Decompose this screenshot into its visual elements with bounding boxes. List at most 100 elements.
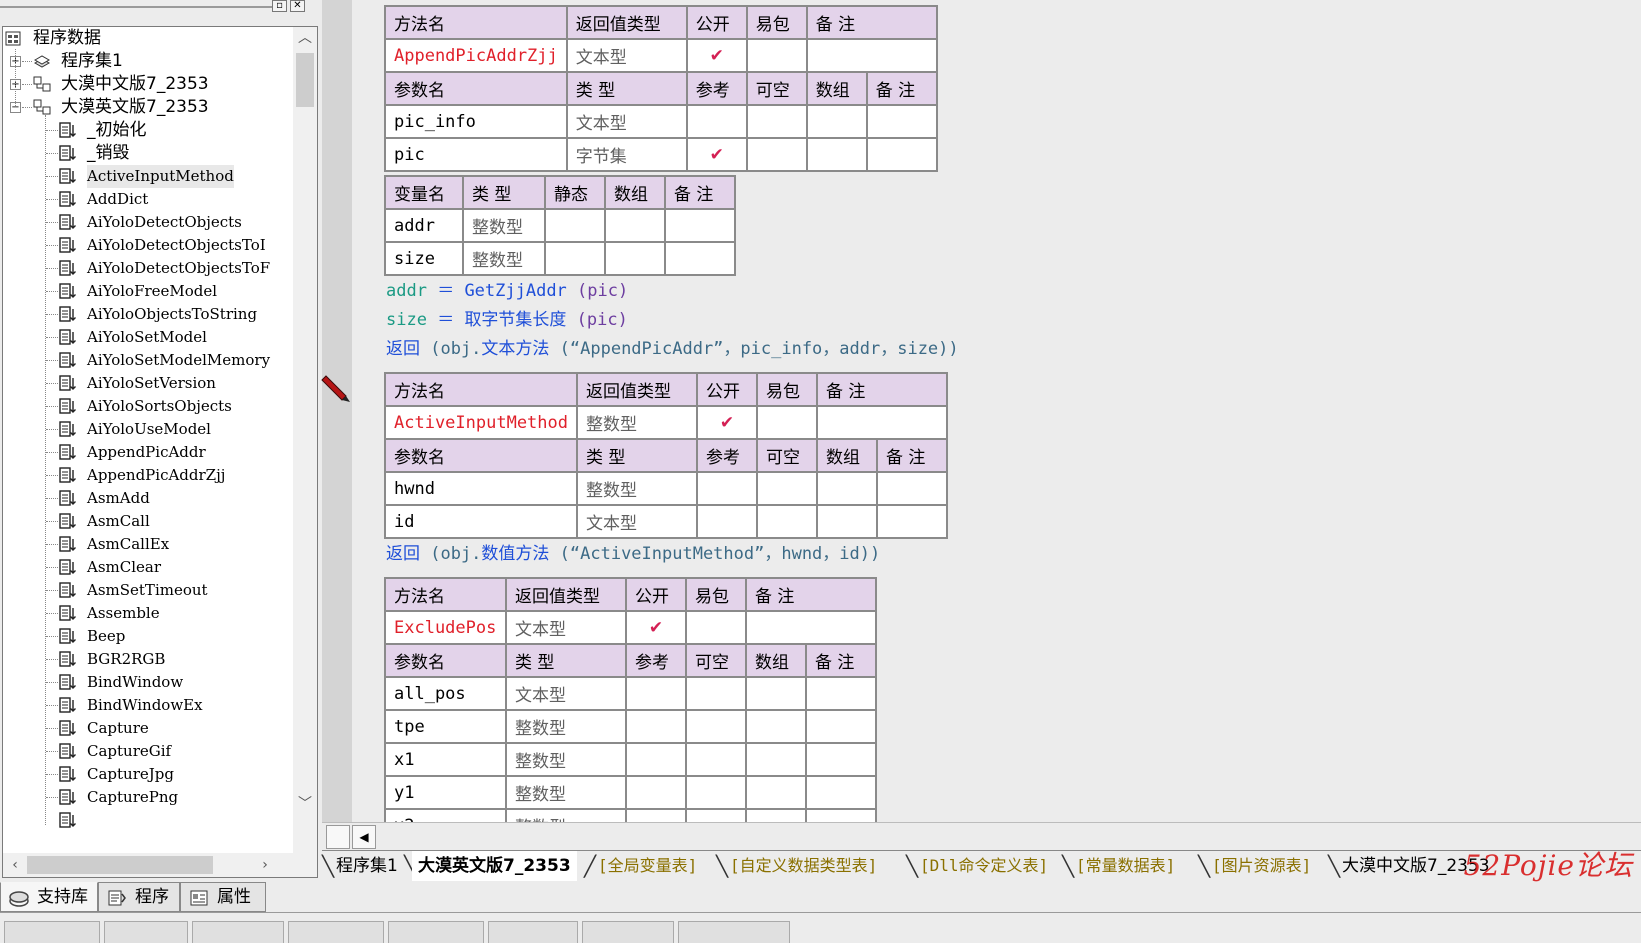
document-tab[interactable]: [Dll命令定义表] (914, 851, 1054, 881)
tree-method-item[interactable]: AiYoloDetectObjectsToI (3, 234, 293, 257)
document-tab[interactable]: [图片资源表] (1206, 851, 1317, 881)
tree-method-item[interactable]: AiYoloFreeModel (3, 280, 293, 303)
var-name[interactable]: size (384, 241, 464, 276)
tree-method-item[interactable]: CaptureJpg (3, 763, 293, 786)
ref-cell[interactable] (625, 742, 687, 777)
tree-node[interactable]: + 大漠中文版7_2353 (3, 73, 293, 96)
remark-cell[interactable] (805, 775, 877, 810)
param-type[interactable]: 文本型 (565, 104, 688, 139)
method-name[interactable]: ExcludePos (384, 610, 507, 645)
array-cell[interactable] (745, 709, 807, 744)
tab-properties[interactable]: 属性 (180, 882, 266, 912)
public-check[interactable]: ✔ (685, 38, 748, 73)
code-line[interactable]: size ＝ 取字节集长度 (pic) (386, 307, 628, 333)
tree-node[interactable]: + 程序集1 (3, 50, 293, 73)
tree-method-item[interactable]: AppendPicAddr (3, 441, 293, 464)
nullable-cell[interactable] (756, 471, 818, 506)
array-cell[interactable] (604, 208, 666, 243)
tree-method-item[interactable]: AiYoloObjectsToString (3, 303, 293, 326)
tree-method-item[interactable]: CaptureGif (3, 740, 293, 763)
tree-method-item[interactable]: Beep (3, 625, 293, 648)
array-cell[interactable] (604, 241, 666, 276)
code-line[interactable]: 返回 (obj.文本方法 (“AppendPicAddr”，pic_info，a… (386, 336, 959, 362)
param-type[interactable]: 文本型 (505, 676, 627, 711)
scroll-right-icon[interactable]: › (253, 853, 277, 877)
remark-cell[interactable] (876, 504, 948, 539)
return-type[interactable]: 整数型 (576, 405, 698, 440)
ref-cell[interactable] (625, 709, 687, 744)
tree-view[interactable]: 程序数据 + 程序集1 + 大漠中文版7_2353− 大漠英文版7_2353 _初始化 _销毁… (2, 26, 318, 878)
output-tab[interactable] (582, 921, 674, 943)
code-horizontal-scrollbar[interactable]: ◀ (322, 822, 1641, 850)
ref-cell[interactable] (625, 775, 687, 810)
output-tab[interactable] (678, 921, 790, 943)
tree-method-item[interactable]: _初始化 (3, 119, 293, 142)
tree-vertical-scrollbar[interactable]: ︿ ﹀ (293, 27, 317, 853)
remark-cell[interactable] (664, 208, 736, 243)
tree-method-item[interactable]: _销毁 (3, 142, 293, 165)
var-type[interactable]: 整数型 (462, 208, 546, 243)
param-name[interactable]: tpe (384, 709, 507, 744)
remark-cell[interactable] (816, 405, 948, 440)
ref-cell[interactable] (696, 504, 758, 539)
tab-program[interactable]: 程序 (98, 882, 180, 912)
tree-method-item[interactable]: AiYoloDetectObjectsToF (3, 257, 293, 280)
code-line[interactable]: 返回 (obj.数值方法 (“ActiveInputMethod”，hwnd，i… (386, 541, 880, 567)
output-tab[interactable] (388, 921, 484, 943)
document-tab[interactable]: [常量数据表] (1070, 851, 1181, 881)
document-tab[interactable]: 程序集1 (330, 851, 404, 881)
public-check[interactable]: ✔ (696, 405, 758, 440)
remark-cell[interactable] (805, 676, 877, 711)
array-cell[interactable] (816, 471, 878, 506)
tree-method-item[interactable]: AppendPicAddrZjj (3, 464, 293, 487)
tree-root[interactable]: 程序数据 (3, 27, 293, 50)
tab-support-library[interactable]: 支持库 (0, 882, 98, 912)
tree-method-item[interactable]: AiYoloSetModelMemory (3, 349, 293, 372)
ref-check[interactable] (685, 104, 748, 139)
method-name[interactable]: ActiveInputMethod (384, 405, 578, 440)
document-tab[interactable]: [全局变量表] (592, 851, 703, 881)
remark-cell[interactable] (865, 104, 938, 139)
scroll-down-icon[interactable]: ﹀ (293, 793, 317, 815)
array-cell[interactable] (745, 742, 807, 777)
tree-method-item[interactable]: AddDict (3, 188, 293, 211)
array-cell[interactable] (816, 504, 878, 539)
param-type[interactable]: 整数型 (505, 775, 627, 810)
param-type[interactable]: 文本型 (576, 504, 698, 539)
easy-pack-cell[interactable] (745, 38, 808, 73)
method-name[interactable]: AppendPicAddrZjj (384, 38, 568, 73)
array-cell[interactable] (805, 137, 868, 172)
static-cell[interactable] (544, 241, 606, 276)
param-type[interactable]: 整数型 (505, 742, 627, 777)
param-name[interactable]: y1 (384, 775, 507, 810)
tree-method-item[interactable]: CapturePng (3, 786, 293, 809)
array-cell[interactable] (805, 104, 868, 139)
tree-method-item[interactable]: BindWindowEx (3, 694, 293, 717)
param-name[interactable]: id (384, 504, 578, 539)
code-line[interactable]: addr ＝ GetZjjAddr (pic) (386, 278, 628, 304)
nullable-cell[interactable] (685, 775, 747, 810)
remark-cell[interactable] (805, 38, 938, 73)
hscroll-thumb[interactable] (27, 856, 213, 874)
nullable-cell[interactable] (685, 709, 747, 744)
output-tab[interactable] (488, 921, 578, 943)
scroll-thumb[interactable] (296, 53, 314, 107)
tree-method-item[interactable]: AsmSetTimeout (3, 579, 293, 602)
nullable-cell[interactable] (745, 137, 808, 172)
remark-cell[interactable] (805, 742, 877, 777)
ref-cell[interactable] (625, 676, 687, 711)
tree-method-item[interactable]: AsmCallEx (3, 533, 293, 556)
easy-pack-cell[interactable] (756, 405, 818, 440)
easy-pack-cell[interactable] (685, 610, 747, 645)
ref-check[interactable]: ✔ (685, 137, 748, 172)
tree-method-item[interactable]: AsmCall (3, 510, 293, 533)
ref-cell[interactable] (696, 471, 758, 506)
tree-method-item[interactable]: Assemble (3, 602, 293, 625)
nullable-cell[interactable] (745, 104, 808, 139)
nullable-cell[interactable] (756, 504, 818, 539)
return-type[interactable]: 文本型 (565, 38, 688, 73)
document-tab[interactable]: 大漠英文版7_2353 (412, 851, 577, 881)
param-name[interactable]: x1 (384, 742, 507, 777)
tree-method-item[interactable]: BGR2RGB (3, 648, 293, 671)
public-check[interactable]: ✔ (625, 610, 687, 645)
